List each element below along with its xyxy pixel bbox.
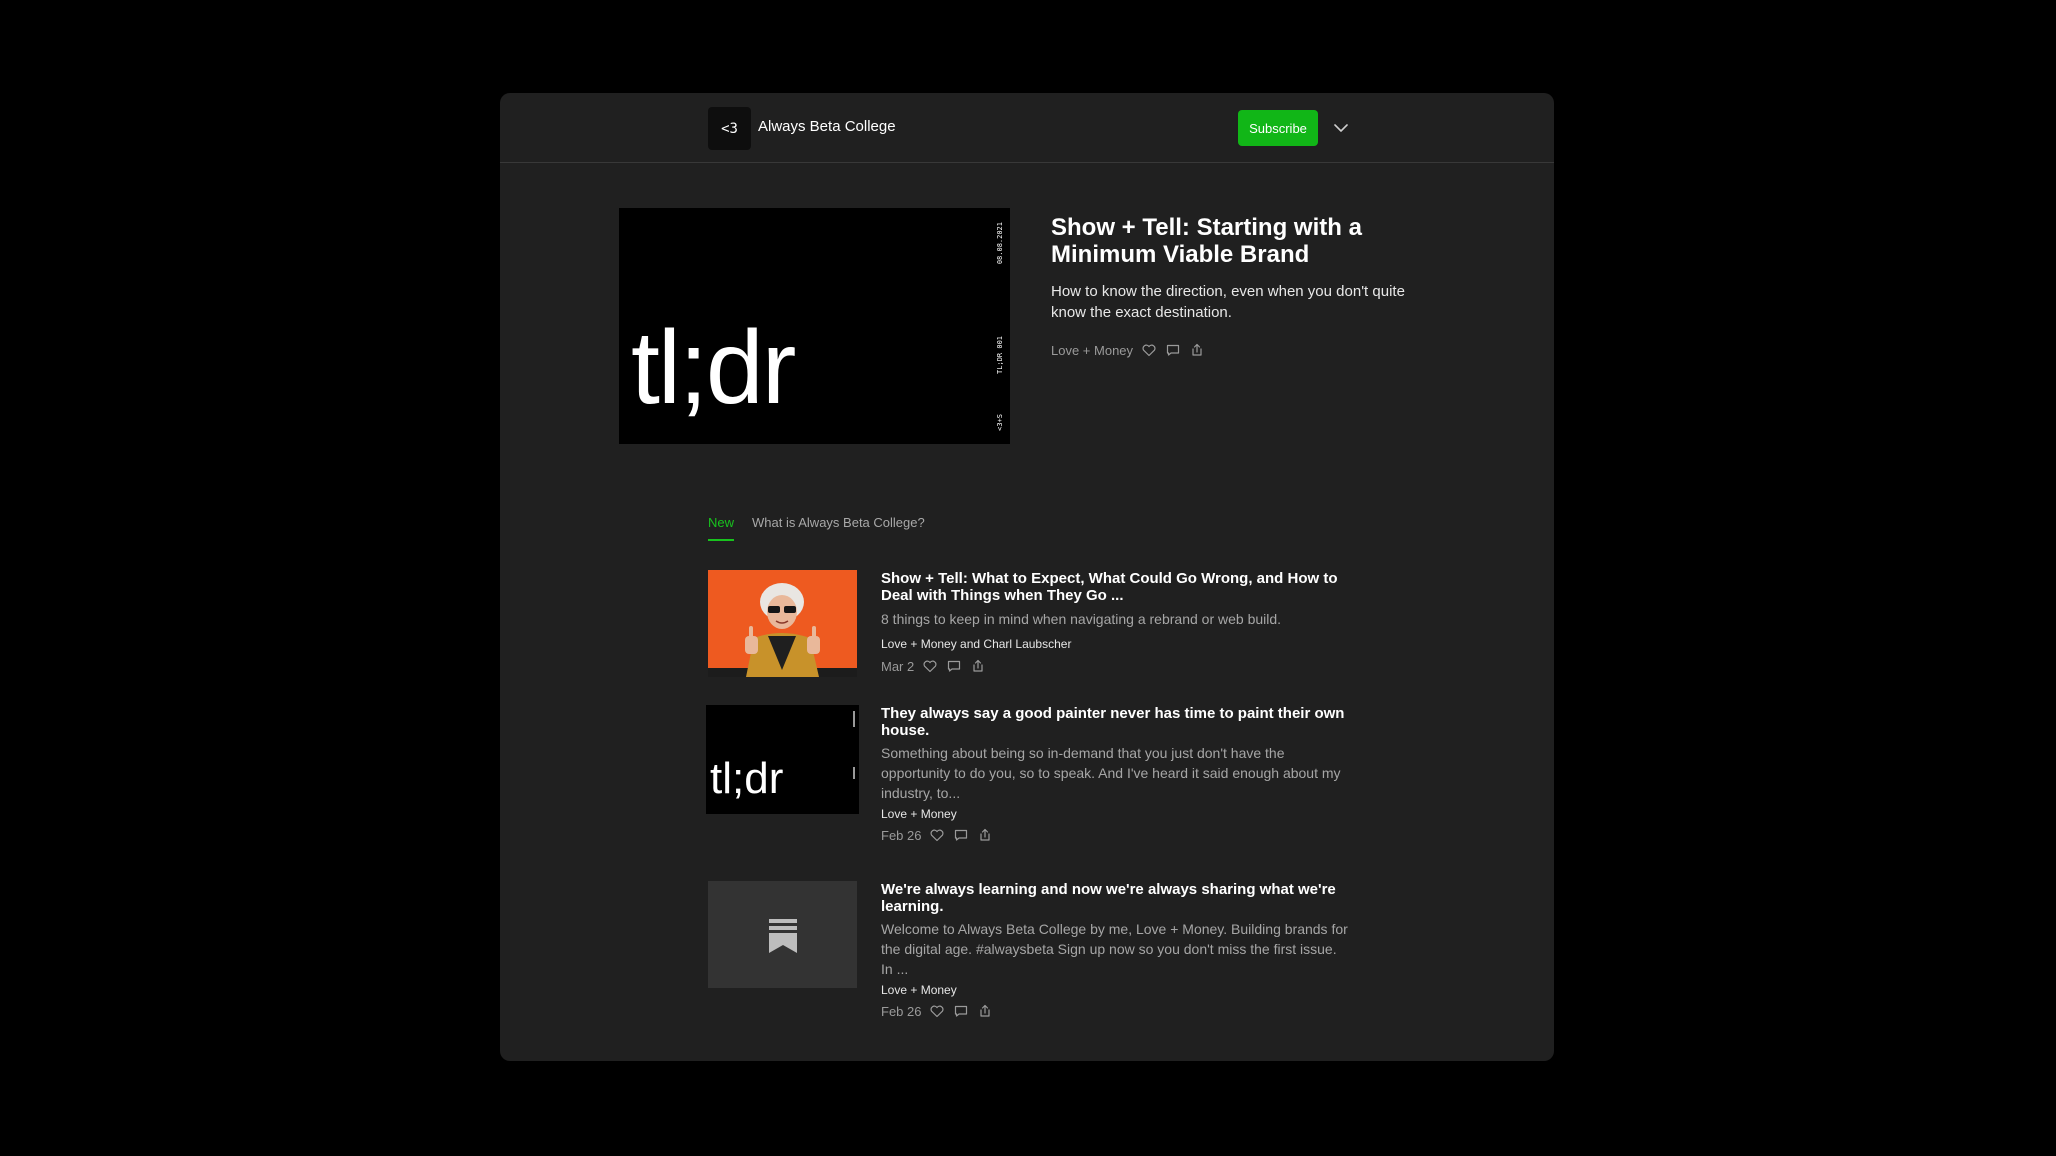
share-icon[interactable] (977, 827, 993, 843)
hero-image-date-text: 08.08.2021 (996, 222, 1004, 265)
hero-image-logo-text: <3+S (996, 414, 1004, 431)
post-thumbnail[interactable] (708, 570, 857, 677)
post-description: Something about being so in-demand that … (881, 745, 1341, 801)
post-thumbnail[interactable] (708, 881, 857, 988)
publication-window: <3 Always Beta College Subscribe 08.08.2… (500, 93, 1554, 1061)
post-author[interactable]: Love + Money (881, 983, 957, 997)
share-icon[interactable] (1189, 342, 1205, 358)
heart-icon[interactable] (929, 827, 945, 843)
thumbnail-side-mark (853, 767, 855, 779)
hero-meta: Love + Money (1051, 342, 1205, 358)
post-author[interactable]: Love + Money and Charl Laubscher (881, 637, 1071, 651)
share-icon[interactable] (970, 658, 986, 674)
post-title[interactable]: They always say a good painter never has… (881, 705, 1351, 739)
hero-image[interactable]: 08.08.2021 TL;DR 001 <3+S tl;dr (619, 208, 1010, 444)
post-item[interactable]: tl;dr They always say a good painter nev… (706, 705, 1368, 845)
post-item[interactable]: Show + Tell: What to Expect, What Could … (708, 570, 1368, 680)
post-date: Mar 2 (881, 658, 915, 674)
hero-image-issue-text: TL;DR 001 (996, 336, 1004, 374)
hero-author[interactable]: Love + Money (1051, 343, 1133, 358)
comment-icon[interactable] (946, 658, 962, 674)
publication-name[interactable]: Always Beta College (758, 118, 896, 135)
post-meta: Feb 26 (881, 1003, 993, 1019)
post-title[interactable]: Show + Tell: What to Expect, What Could … (881, 570, 1351, 604)
hero-subtitle: How to know the direction, even when you… (1051, 283, 1405, 321)
post-item[interactable]: We're always learning and now we're alwa… (708, 881, 1368, 1021)
woman-photo-icon (708, 570, 857, 677)
thumbnail-side-mark (853, 711, 855, 727)
heart-icon[interactable] (1141, 342, 1157, 358)
comment-icon[interactable] (953, 827, 969, 843)
subscribe-button[interactable]: Subscribe (1238, 110, 1318, 146)
publication-logo[interactable]: <3 (708, 107, 751, 150)
post-tabs: New What is Always Beta College? (708, 515, 925, 541)
chevron-down-icon[interactable] (1330, 117, 1352, 139)
post-description: 8 things to keep in mind when navigating… (881, 611, 1282, 627)
hero-image-text: tl;dr (631, 310, 796, 426)
share-icon[interactable] (977, 1003, 993, 1019)
tab-new[interactable]: New (708, 515, 735, 541)
post-title[interactable]: We're always learning and now we're alwa… (881, 881, 1351, 915)
bookmark-icon (768, 918, 797, 953)
top-bar: <3 Always Beta College Subscribe (500, 93, 1554, 163)
post-author[interactable]: Love + Money (881, 807, 957, 821)
hero-title[interactable]: Show + Tell: Starting with a Minimum Via… (1051, 214, 1431, 268)
post-meta: Feb 26 (881, 827, 993, 843)
post-thumbnail[interactable]: tl;dr (706, 705, 859, 814)
tab-about[interactable]: What is Always Beta College? (752, 515, 925, 541)
post-description: Welcome to Always Beta College by me, Lo… (881, 921, 1348, 977)
heart-icon[interactable] (929, 1003, 945, 1019)
comment-icon[interactable] (953, 1003, 969, 1019)
post-date: Feb 26 (881, 827, 922, 843)
post-thumbnail-text: tl;dr (710, 754, 784, 803)
heart-icon[interactable] (922, 658, 938, 674)
post-date: Feb 26 (881, 1003, 922, 1019)
comment-icon[interactable] (1165, 342, 1181, 358)
post-meta: Mar 2 (881, 658, 986, 674)
